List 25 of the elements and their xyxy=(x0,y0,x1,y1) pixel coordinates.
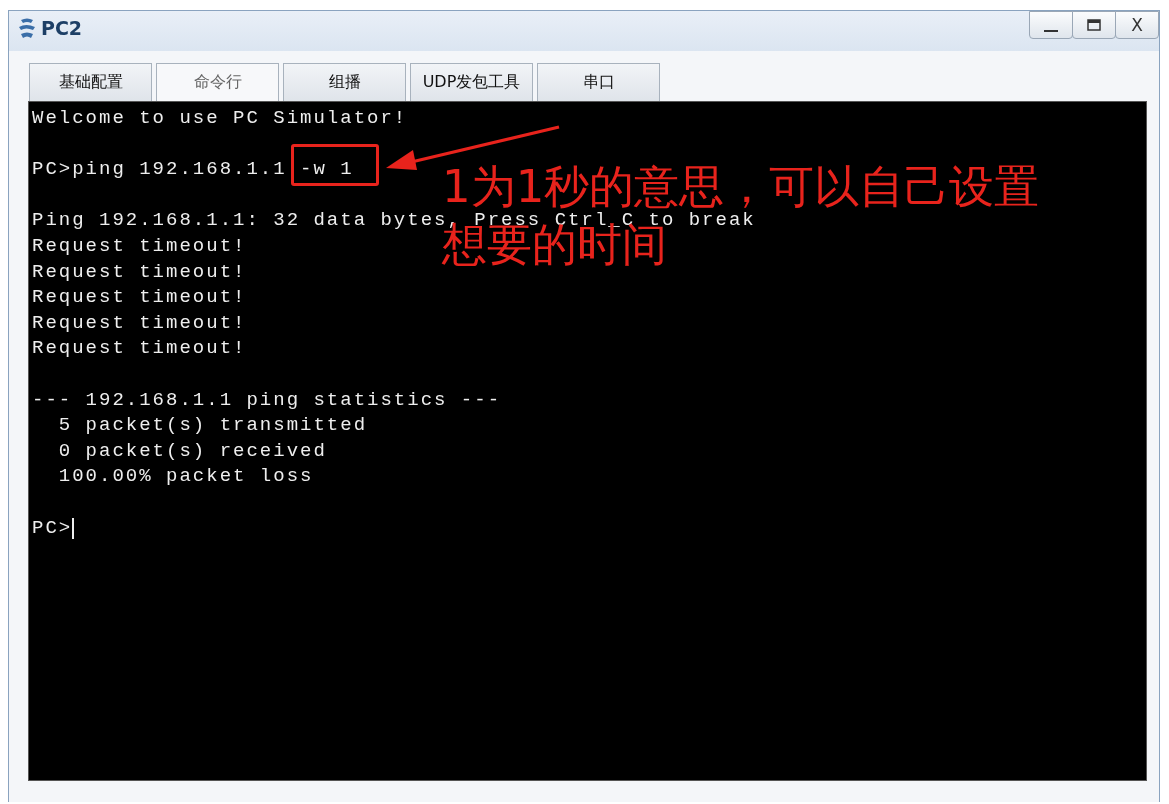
close-button[interactable]: X xyxy=(1115,11,1159,39)
terminal-line: 0 packet(s) received xyxy=(57,438,327,464)
terminal-line: Request timeout! xyxy=(32,310,247,336)
minimize-icon xyxy=(1044,30,1058,32)
tab[interactable]: 串口 xyxy=(537,63,660,101)
terminal-line: Request timeout! xyxy=(32,336,247,362)
terminal-line: Request timeout! xyxy=(32,259,247,285)
app-logo-icon xyxy=(17,17,37,39)
terminal-line: Request timeout! xyxy=(32,285,247,311)
annotation-text: 1为1秒的意思，可以自己设置 xyxy=(442,164,1040,210)
terminal-line: --- 192.168.1.1 ping statistics --- xyxy=(32,387,502,413)
terminal-line: Welcome to use PC Simulator! xyxy=(32,106,408,131)
window-title: PC2 xyxy=(41,17,83,39)
terminal-line: Request timeout! xyxy=(32,233,247,259)
tab[interactable]: 命令行 xyxy=(156,63,279,101)
minimize-button[interactable] xyxy=(1029,11,1073,39)
tab[interactable]: 组播 xyxy=(283,63,406,101)
terminal-line: 5 packet(s) transmitted xyxy=(57,413,368,439)
maximize-icon xyxy=(1087,19,1101,31)
terminal-line: PC>ping 192.168.1.1 -w 1 xyxy=(32,157,354,183)
terminal-line: 100.00% packet loss xyxy=(57,464,314,490)
maximize-button[interactable] xyxy=(1072,11,1116,39)
tab[interactable]: UDP发包工具 xyxy=(410,63,533,101)
terminal-line: PC> xyxy=(32,515,73,541)
tab[interactable]: 基础配置 xyxy=(29,63,152,101)
